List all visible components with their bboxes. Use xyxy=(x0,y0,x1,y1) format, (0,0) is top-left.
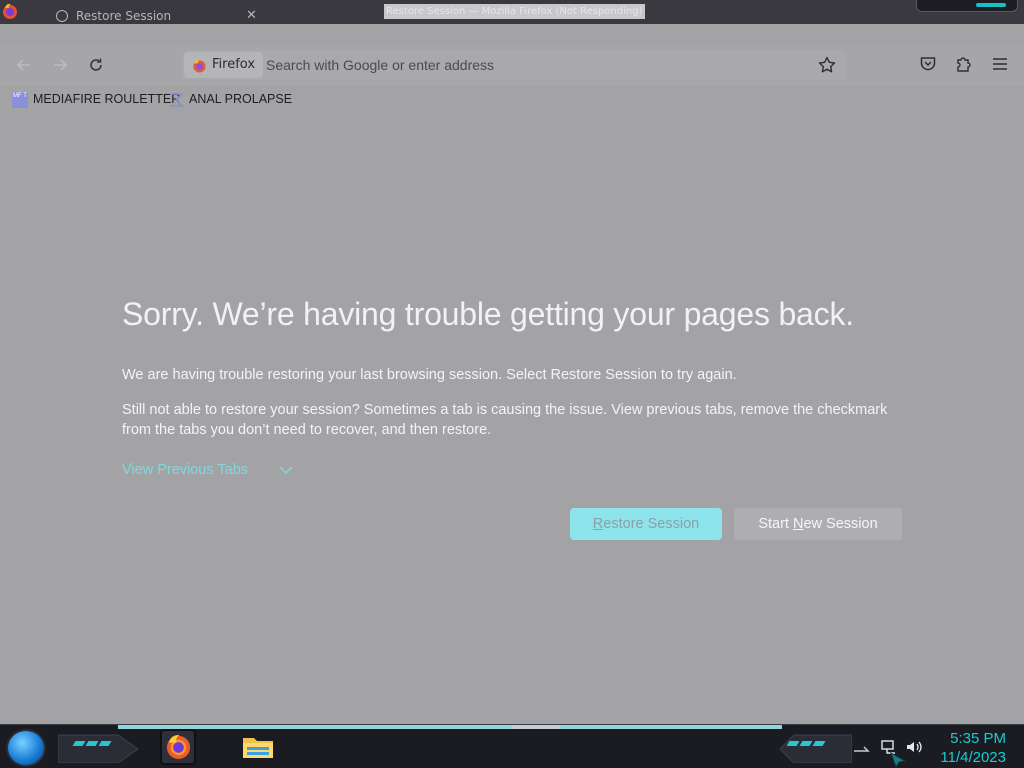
firefox-logo-icon xyxy=(166,734,191,760)
window-title: Restore Session — Mozilla Firefox (Not R… xyxy=(384,4,645,19)
reload-button[interactable] xyxy=(84,54,108,76)
bookmark-star-button[interactable] xyxy=(816,54,838,76)
sigma-favicon-icon xyxy=(170,92,184,107)
tab-label: Restore Session xyxy=(76,9,172,23)
start-new-session-button[interactable]: Start New Session xyxy=(734,508,902,540)
button-label-before: Start xyxy=(758,516,793,532)
window-titlebar: Restore Session ✕ Restore Session — Mozi… xyxy=(0,0,1024,24)
help-text: Still not able to restore your session? … xyxy=(122,402,888,438)
forward-button[interactable] xyxy=(48,54,72,76)
address-input[interactable] xyxy=(266,50,806,80)
bookmark-label: MEDIAFIRE ROULETTER xyxy=(33,92,181,106)
mouse-cursor-icon xyxy=(890,752,907,768)
deco-frame-icon xyxy=(779,734,853,764)
reload-icon xyxy=(90,58,102,71)
firefox-logo-icon xyxy=(193,59,206,73)
app-menu-button[interactable] xyxy=(990,54,1012,76)
deco-frame-icon xyxy=(57,734,139,764)
mediafire-favicon-icon: MF T xyxy=(12,91,28,108)
tab-restore-session[interactable]: Restore Session ✕ xyxy=(46,8,276,24)
pocket-icon xyxy=(920,57,936,71)
restore-session-button[interactable]: Restore Session xyxy=(570,508,722,540)
deco-bars xyxy=(72,741,112,746)
deco-bars xyxy=(786,741,826,746)
tray-overflow-icon xyxy=(854,746,870,752)
taskbar-clock[interactable]: 5:35 PM 11/4/2023 xyxy=(940,729,1006,767)
back-button[interactable] xyxy=(12,54,36,76)
taskbar-decoration-left xyxy=(57,733,140,764)
button-label-rest: ew Session xyxy=(803,516,878,532)
pocket-button[interactable] xyxy=(918,54,940,76)
start-button[interactable] xyxy=(8,731,44,765)
view-previous-tabs-toggle[interactable]: View Previous Tabs xyxy=(122,460,293,480)
identity-label: Firefox xyxy=(212,57,256,72)
taskbar-decoration-right xyxy=(779,733,853,764)
extensions-button[interactable] xyxy=(954,54,976,76)
arrow-right-icon xyxy=(54,59,68,71)
description-text: We are having trouble restoring your las… xyxy=(122,367,737,383)
identity-box[interactable]: Firefox xyxy=(184,52,264,78)
accesskey-r: R xyxy=(592,516,604,532)
hamburger-icon xyxy=(993,58,1007,70)
taskbar-file-explorer[interactable] xyxy=(240,729,276,765)
page-title: Sorry. We’re having trouble getting your… xyxy=(122,296,854,332)
arrow-left-icon xyxy=(16,59,30,71)
star-icon xyxy=(818,56,836,73)
chevron-down-icon xyxy=(279,466,293,475)
firefox-app-icon[interactable] xyxy=(2,2,18,20)
bookmark-mediafire-rouletter[interactable]: MF T MEDIAFIRE ROULETTER xyxy=(12,88,180,110)
navigation-toolbar: Firefox xyxy=(0,44,1024,86)
info-icon xyxy=(56,10,68,22)
close-tab-icon[interactable]: ✕ xyxy=(246,8,257,23)
clock-time: 5:35 PM xyxy=(950,730,1006,747)
bookmark-anal-prolapse[interactable]: ANAL PROLAPSE xyxy=(168,88,292,110)
button-label-rest: estore Session xyxy=(603,516,700,532)
bookmark-label: ANAL PROLAPSE xyxy=(189,92,293,106)
view-previous-tabs-label: View Previous Tabs xyxy=(122,462,249,478)
bookmarks-toolbar: MF T MEDIAFIRE ROULETTER ANAL PROLAPSE xyxy=(0,86,1024,112)
taskbar-firefox[interactable] xyxy=(160,729,196,765)
accesskey-n: N xyxy=(793,516,804,532)
taskbar: 5:35 PM 11/4/2023 xyxy=(0,724,1024,768)
taskbar-glow-strip xyxy=(118,725,782,729)
folder-icon xyxy=(243,738,273,758)
show-hidden-icons[interactable] xyxy=(852,737,872,757)
url-bar[interactable]: Firefox xyxy=(182,50,846,80)
puzzle-icon xyxy=(957,57,971,72)
clock-date: 11/4/2023 xyxy=(940,749,1006,766)
window-caption-buttons[interactable] xyxy=(914,0,1024,14)
